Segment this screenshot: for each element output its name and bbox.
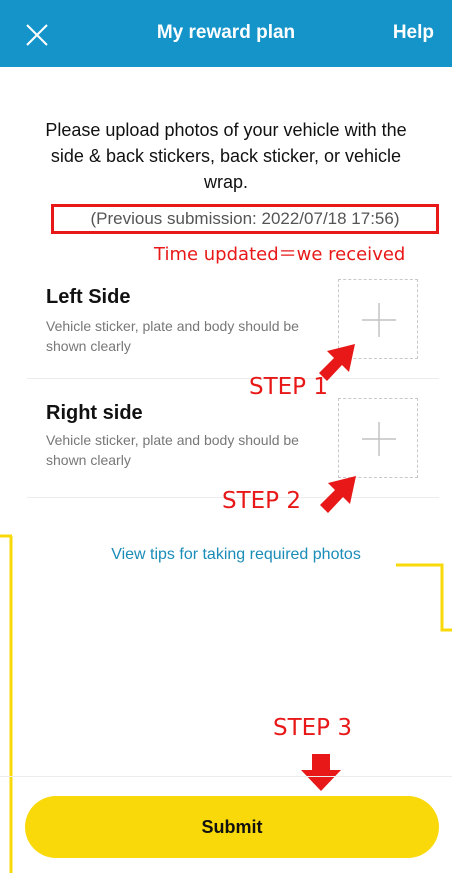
submit-button[interactable]: Submit <box>25 796 439 858</box>
bottom-divider <box>0 776 452 777</box>
step-3-arrow-icon <box>301 754 341 791</box>
step-2-arrow-icon <box>320 476 356 513</box>
yellow-bracket-right-line <box>396 563 452 632</box>
step-1-arrow-icon <box>319 344 355 381</box>
annotation-overlay <box>0 344 452 873</box>
